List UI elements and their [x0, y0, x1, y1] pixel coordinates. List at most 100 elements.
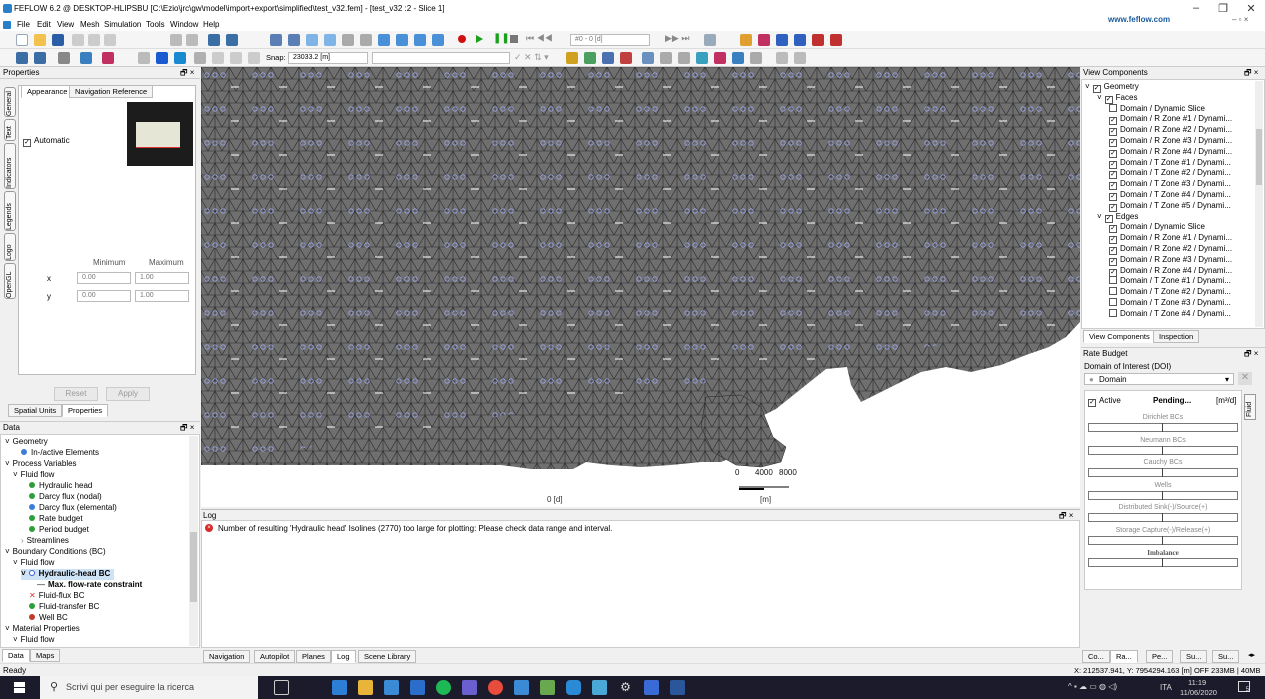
data-tree-item[interactable]: › Streamlines	[21, 536, 69, 547]
data-tree-item[interactable]: ˅ Fluid flow	[13, 558, 54, 569]
data-tree-item[interactable]: ˅ Boundary Conditions (BC)	[5, 547, 106, 558]
tab-view-components[interactable]: View Components	[1083, 330, 1156, 343]
zoom-out-icon[interactable]	[324, 34, 336, 46]
vtab-text[interactable]: Text	[4, 119, 16, 141]
view-component-item[interactable]: ˅ ✓ Edges	[1097, 212, 1138, 223]
tab-navigation-reference[interactable]: Navigation Reference	[69, 85, 154, 98]
assign-icon[interactable]	[584, 52, 596, 64]
pan-icon[interactable]	[342, 34, 354, 46]
zoom-in-icon[interactable]	[306, 34, 318, 46]
view-component-checkbox[interactable]: ✓	[1092, 85, 1101, 93]
tab-pe[interactable]: Pe...	[1146, 650, 1174, 663]
vtab-logo[interactable]: Logo	[4, 233, 16, 261]
delete-icon[interactable]	[620, 52, 632, 64]
view-component-checkbox[interactable]: ✓	[1109, 203, 1117, 212]
window2-icon[interactable]	[396, 34, 408, 46]
caret-down-icon[interactable]: ˅	[5, 437, 10, 446]
save-icon[interactable]	[52, 34, 64, 46]
grid-g-icon[interactable]	[776, 52, 788, 64]
view-component-checkbox[interactable]: ✓	[1109, 171, 1117, 180]
tab-planes[interactable]: Planes	[296, 650, 331, 663]
view-component-item[interactable]: ✓ Domain / T Zone #1 / Dynami...	[1109, 158, 1231, 169]
close-icon[interactable]: ✕	[1243, 2, 1259, 15]
data-tree-item[interactable]: Darcy flux (elemental)	[29, 503, 117, 514]
caret-down-icon[interactable]: ˅	[1097, 212, 1102, 221]
open-icon[interactable]	[34, 34, 46, 46]
clock-time[interactable]: 11:19	[1188, 678, 1206, 687]
tab-autopilot[interactable]: Autopilot	[254, 650, 296, 663]
new-icon[interactable]	[16, 34, 28, 46]
confirm-icons[interactable]: ✓ ✕ ⇅ ▾	[514, 52, 549, 63]
check-icon[interactable]	[602, 52, 614, 64]
mdi-controls[interactable]: – ▫ ×	[1232, 15, 1248, 24]
data-tree-item[interactable]: Rate budget	[29, 514, 83, 525]
window4-icon[interactable]	[432, 34, 444, 46]
x-min-input[interactable]: 0.00	[77, 272, 131, 284]
copy-icon[interactable]	[88, 34, 100, 46]
view-component-item[interactable]: Domain / T Zone #1 / Dynami...	[1109, 276, 1231, 287]
data-tree-item[interactable]: Period budget	[29, 525, 89, 536]
y-min-input[interactable]: 0.00	[77, 290, 131, 302]
tab-spatial-units[interactable]: Spatial Units	[8, 404, 63, 417]
view-component-checkbox[interactable]: ✓	[1109, 193, 1117, 201]
forward-icon[interactable]: ▶▶ ⏭	[665, 33, 689, 44]
data-tree-item[interactable]: Fluid-transfer BC	[29, 602, 99, 613]
view-component-item[interactable]: Domain / T Zone #4 / Dynami...	[1109, 308, 1231, 320]
data-tree-item[interactable]: ˅ Geometry	[5, 437, 48, 448]
stop-icon[interactable]	[510, 35, 518, 43]
tab-log[interactable]: Log	[331, 650, 356, 663]
tab-data[interactable]: Data	[2, 649, 30, 662]
view-component-item[interactable]: ✓ Domain / R Zone #1 / Dynami...	[1109, 114, 1232, 126]
view-component-checkbox[interactable]: ✓	[1109, 128, 1117, 137]
restore-icon[interactable]: ❐	[1215, 2, 1231, 15]
view-component-checkbox[interactable]: ✓	[1109, 160, 1117, 169]
notification-icon[interactable]: 5	[1238, 681, 1250, 693]
grid-c-icon[interactable]	[696, 52, 708, 64]
vtab-opengl[interactable]: OpenGL	[4, 263, 16, 299]
view-component-item[interactable]: ✓ Domain / R Zone #3 / Dynami...	[1109, 136, 1232, 147]
vtab-indicators[interactable]: Indicators	[4, 143, 16, 189]
table2-icon[interactable]	[230, 52, 242, 64]
caret-right-icon[interactable]: ›	[21, 536, 24, 545]
data-tree-item[interactable]: Darcy flux (nodal)	[29, 492, 102, 503]
tab-navigation[interactable]: Navigation	[203, 650, 251, 663]
rewind-icon[interactable]: ⏮ ◀◀	[526, 33, 553, 44]
caret-down-icon[interactable]: ˅	[5, 547, 10, 556]
caret-down-icon[interactable]: ˅	[1097, 93, 1102, 102]
menu-file[interactable]: File	[17, 20, 30, 29]
caret-down-icon[interactable]: ˅	[5, 624, 10, 633]
menu-view[interactable]: View	[57, 20, 74, 29]
view-component-checkbox[interactable]: ✓	[1109, 117, 1117, 126]
view-component-item[interactable]: ✓ Domain / R Zone #4 / Dynami...	[1109, 266, 1232, 277]
language-indicator[interactable]: ITA	[1160, 683, 1172, 692]
vc-scrollbar[interactable]	[1255, 81, 1263, 327]
window3-icon[interactable]	[414, 34, 426, 46]
undo-icon[interactable]	[170, 34, 182, 46]
menu-help[interactable]: Help	[203, 20, 219, 29]
tab-inspection[interactable]: Inspection	[1153, 330, 1200, 343]
feflow-logo[interactable]: www.feflow.com	[1108, 15, 1170, 24]
view-component-item[interactable]: ✓ Domain / T Zone #2 / Dynami...	[1109, 168, 1231, 180]
word-icon[interactable]	[670, 680, 685, 695]
menu-mesh[interactable]: Mesh	[80, 20, 100, 29]
grid-icon[interactable]	[138, 52, 150, 64]
view-3d-icon[interactable]	[288, 34, 300, 46]
tab-co[interactable]: Co...	[1082, 650, 1110, 663]
explorer-icon[interactable]	[358, 680, 373, 695]
redo-icon[interactable]	[186, 34, 198, 46]
tab-su2[interactable]: Su...	[1212, 650, 1240, 663]
cut-icon[interactable]	[72, 34, 84, 46]
reset-button[interactable]: Reset	[54, 387, 98, 401]
data-tree-item[interactable]: ˅ Fluid flow	[13, 635, 54, 646]
tool-a-icon[interactable]	[740, 34, 752, 46]
pause-icon[interactable]: ❚❚	[493, 33, 510, 44]
table3-icon[interactable]	[248, 52, 260, 64]
app-icon-c[interactable]	[592, 680, 607, 695]
data-scrollbar[interactable]	[189, 436, 198, 646]
tool-b-icon[interactable]	[758, 34, 770, 46]
view-component-checkbox[interactable]: ✓	[1104, 95, 1113, 104]
tab-scene-library[interactable]: Scene Library	[358, 650, 417, 663]
minimize-icon[interactable]: –	[1188, 2, 1204, 14]
record-icon[interactable]	[458, 35, 466, 43]
data-tree-item[interactable]: ˅ Material Properties	[5, 624, 80, 635]
